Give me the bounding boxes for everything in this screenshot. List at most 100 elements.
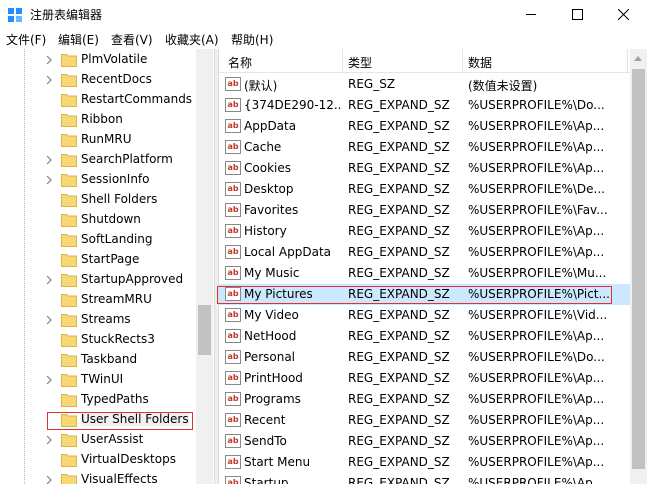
string-value-icon: ab [225, 77, 241, 91]
tree-item[interactable]: TypedPaths [0, 390, 196, 410]
folder-icon [61, 374, 77, 387]
value-row[interactable]: ab Programs REG_EXPAND_SZ %USERPROFILE%\Ap.… [219, 389, 630, 410]
minimize-button[interactable] [509, 0, 555, 29]
value-name: AppData [244, 119, 297, 133]
close-button[interactable] [601, 0, 647, 29]
value-data: %USERPROFILE%\Ap... [468, 161, 605, 175]
chevron-right-icon[interactable] [44, 155, 54, 165]
value-type: REG_EXPAND_SZ [348, 371, 450, 385]
value-row[interactable]: ab (默认) REG_SZ (数值未设置) [219, 74, 630, 95]
value-row[interactable]: ab Favorites REG_EXPAND_SZ %USERPROFILE%\Fa… [219, 200, 630, 221]
value-row[interactable]: ab SendTo REG_EXPAND_SZ %USERPROFILE%\Ap... [219, 431, 630, 452]
menu-edit[interactable]: 编辑(E) [58, 31, 99, 48]
value-row[interactable]: ab Recent REG_EXPAND_SZ %USERPROFILE%\Ap... [219, 410, 630, 431]
value-row[interactable]: ab Startup REG_EXPAND_SZ %USERPROFILE%\Ap..… [219, 473, 630, 484]
tree-item[interactable]: SoftLanding [0, 230, 196, 250]
value-row[interactable]: ab Cache REG_EXPAND_SZ %USERPROFILE%\Ap... [219, 137, 630, 158]
value-row[interactable]: ab NetHood REG_EXPAND_SZ %USERPROFILE%\Ap..… [219, 326, 630, 347]
value-row[interactable]: ab PrintHood REG_EXPAND_SZ %USERPROFILE%\Ap… [219, 368, 630, 389]
value-row[interactable]: ab AppData REG_EXPAND_SZ %USERPROFILE%\Ap..… [219, 116, 630, 137]
column-divider[interactable] [342, 49, 343, 73]
scroll-up-arrow-icon[interactable] [634, 56, 642, 61]
column-data-header[interactable]: 数据 [468, 54, 492, 71]
chevron-right-icon[interactable] [44, 275, 54, 285]
tree-scrollbar-thumb[interactable] [198, 305, 211, 355]
tree-item[interactable]: Streams [0, 310, 196, 330]
value-type: REG_EXPAND_SZ [348, 476, 450, 484]
value-row[interactable]: ab Cookies REG_EXPAND_SZ %USERPROFILE%\Ap..… [219, 158, 630, 179]
tree-item[interactable]: RunMRU [0, 130, 196, 150]
close-icon [618, 9, 629, 20]
value-data: %USERPROFILE%\Do... [468, 350, 605, 364]
menu-favorites[interactable]: 收藏夹(A) [165, 31, 219, 48]
value-type: REG_EXPAND_SZ [348, 119, 450, 133]
tree-item-label: Streams [81, 312, 131, 326]
value-row[interactable]: ab Desktop REG_EXPAND_SZ %USERPROFILE%\De..… [219, 179, 630, 200]
string-value-icon: ab [225, 203, 241, 217]
tree-item[interactable]: StuckRects3 [0, 330, 196, 350]
column-type-header[interactable]: 类型 [348, 54, 372, 71]
tree-item-label: Taskband [81, 352, 138, 366]
folder-icon [61, 254, 77, 267]
value-data: %USERPROFILE%\Ap... [468, 392, 605, 406]
tree-scrollbar[interactable] [196, 49, 213, 484]
chevron-right-icon[interactable] [44, 435, 54, 445]
value-row[interactable]: ab Start Menu REG_EXPAND_SZ %USERPROFILE%\A… [219, 452, 630, 473]
list-scrollbar-thumb[interactable] [632, 69, 645, 469]
value-name: NetHood [244, 329, 297, 343]
list-scrollbar[interactable] [630, 49, 647, 484]
menu-file[interactable]: 文件(F) [6, 31, 46, 48]
string-value-icon: ab [225, 182, 241, 196]
folder-icon [61, 134, 77, 147]
tree-item[interactable]: StartupApproved [0, 270, 196, 290]
value-type: REG_EXPAND_SZ [348, 266, 450, 280]
tree-item[interactable]: RestartCommands [0, 90, 196, 110]
chevron-right-icon[interactable] [44, 175, 54, 185]
menu-help[interactable]: 帮助(H) [231, 31, 273, 48]
tree-item[interactable]: StreamMRU [0, 290, 196, 310]
string-value-icon: ab [225, 455, 241, 469]
value-name: My Music [244, 266, 300, 280]
tree-item[interactable]: PlmVolatile [0, 50, 196, 70]
column-divider[interactable] [462, 49, 463, 73]
value-row[interactable]: ab Local AppData REG_EXPAND_SZ %USERPROFILE… [219, 242, 630, 263]
maximize-button[interactable] [555, 0, 601, 29]
tree-item[interactable]: Shell Folders [0, 190, 196, 210]
tree-item[interactable]: Shutdown [0, 210, 196, 230]
column-divider[interactable] [627, 49, 628, 73]
tree-item[interactable]: Taskband [0, 350, 196, 370]
chevron-right-icon[interactable] [44, 375, 54, 385]
string-value-icon: ab [225, 266, 241, 280]
value-name: Start Menu [244, 455, 311, 469]
tree-item-label: Ribbon [81, 112, 123, 126]
tree-item-label: RecentDocs [81, 72, 152, 86]
tree-item[interactable]: StartPage [0, 250, 196, 270]
value-data: %USERPROFILE%\Fav... [468, 203, 608, 217]
value-row[interactable]: ab Personal REG_EXPAND_SZ %USERPROFILE%\Do.… [219, 347, 630, 368]
tree-item[interactable]: VirtualDesktops [0, 450, 196, 470]
tree-item[interactable]: SessionInfo [0, 170, 196, 190]
column-name-header[interactable]: 名称 [228, 54, 252, 71]
tree-item-label: Shell Folders [81, 192, 158, 206]
value-type: REG_EXPAND_SZ [348, 392, 450, 406]
tree-item-label: UserAssist [81, 432, 144, 446]
value-data: %USERPROFILE%\Ap... [468, 434, 605, 448]
chevron-right-icon[interactable] [44, 75, 54, 85]
tree-item[interactable]: RecentDocs [0, 70, 196, 90]
chevron-right-icon[interactable] [44, 55, 54, 65]
tree-item[interactable]: TWinUI [0, 370, 196, 390]
value-row[interactable]: ab My Music REG_EXPAND_SZ %USERPROFILE%\Mu.… [219, 263, 630, 284]
tree-item[interactable]: VisualEffects [0, 470, 196, 484]
chevron-right-icon[interactable] [44, 315, 54, 325]
tree-item[interactable]: UserAssist [0, 430, 196, 450]
value-row[interactable]: ab History REG_EXPAND_SZ %USERPROFILE%\Ap..… [219, 221, 630, 242]
tree-item-label: StreamMRU [81, 292, 152, 306]
value-data: %USERPROFILE%\Do... [468, 98, 605, 112]
folder-icon [61, 434, 77, 447]
tree-item[interactable]: Ribbon [0, 110, 196, 130]
menu-view[interactable]: 查看(V) [111, 31, 153, 48]
chevron-right-icon[interactable] [44, 475, 54, 484]
value-row[interactable]: ab {374DE290-12... REG_EXPAND_SZ %USERPROFI… [219, 95, 630, 116]
value-row[interactable]: ab My Video REG_EXPAND_SZ %USERPROFILE%\Vid… [219, 305, 630, 326]
tree-item[interactable]: SearchPlatform [0, 150, 196, 170]
